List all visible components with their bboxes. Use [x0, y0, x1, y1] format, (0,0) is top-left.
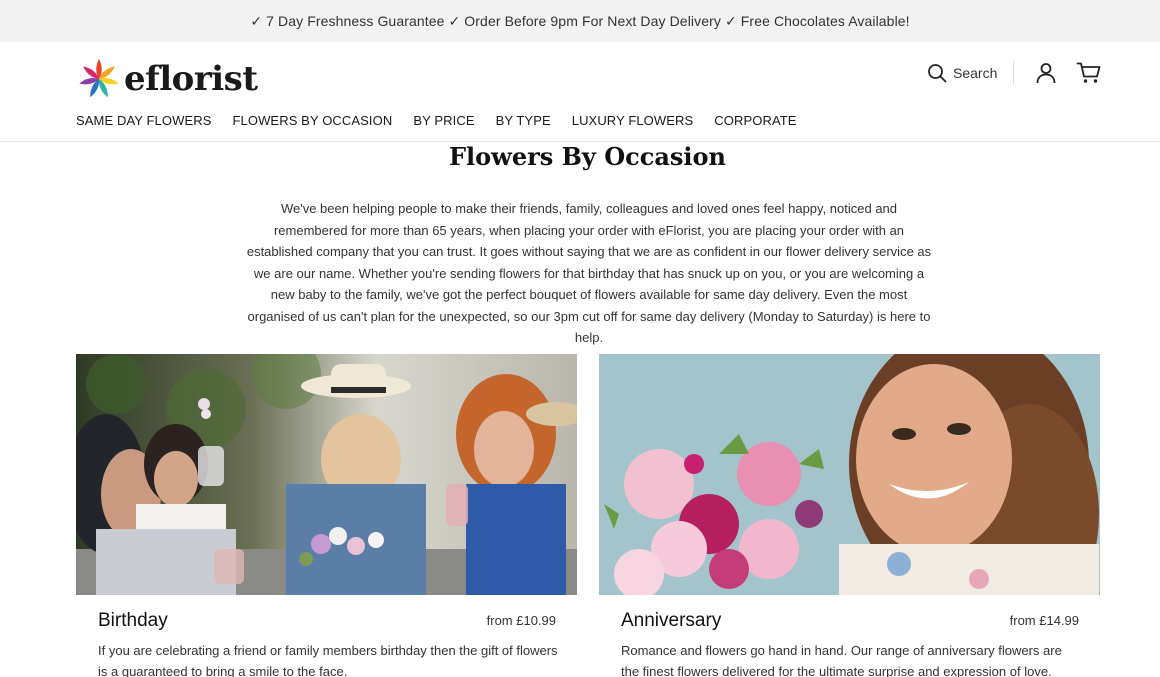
- card-description: Romance and flowers go hand in hand. Our…: [621, 643, 1062, 677]
- nav-same-day-flowers[interactable]: SAME DAY FLOWERS: [76, 113, 211, 128]
- nav-corporate[interactable]: CORPORATE: [714, 113, 796, 128]
- card-price: from £14.99: [1009, 613, 1079, 628]
- card-title[interactable]: Birthday: [98, 610, 168, 632]
- search-icon: [928, 64, 947, 83]
- card-price: from £10.99: [486, 613, 556, 628]
- flower-logo-icon: [79, 58, 119, 98]
- nav-luxury-flowers[interactable]: LUXURY FLOWERS: [572, 113, 694, 128]
- site-header: eflorist Search SAME DAY FLOWERS FLOWERS…: [0, 42, 1160, 142]
- occasion-card-anniversary[interactable]: Anniversary from £14.99 Romance and flow…: [599, 354, 1100, 677]
- birthday-photo[interactable]: [76, 354, 577, 595]
- cart-icon[interactable]: [1076, 61, 1102, 85]
- header-divider: [1013, 61, 1014, 85]
- promo-bar: ✓ 7 Day Freshness Guarantee ✓ Order Befo…: [0, 0, 1160, 42]
- account-icon[interactable]: [1034, 61, 1058, 85]
- search-label: Search: [953, 65, 998, 81]
- logo-text: eflorist: [124, 59, 258, 99]
- card-title[interactable]: Anniversary: [621, 610, 721, 632]
- page-title: Flowers By Occasion: [449, 142, 726, 171]
- search-button[interactable]: Search: [927, 62, 997, 84]
- logo-link[interactable]: eflorist: [76, 56, 258, 102]
- nav-by-type[interactable]: BY TYPE: [496, 113, 551, 128]
- promo-text: ✓ 7 Day Freshness Guarantee ✓ Order Befo…: [250, 12, 910, 29]
- nav-flowers-by-occasion[interactable]: FLOWERS BY OCCASION: [232, 113, 392, 128]
- anniversary-photo[interactable]: [599, 354, 1100, 595]
- occasion-card-birthday[interactable]: Birthday from £10.99 If you are celebrat…: [76, 354, 577, 677]
- intro-text: We've been helping people to make their …: [246, 201, 932, 345]
- card-description: If you are celebrating a friend or famil…: [98, 643, 558, 677]
- nav-by-price[interactable]: BY PRICE: [413, 113, 474, 128]
- main-nav: SAME DAY FLOWERS FLOWERS BY OCCASION BY …: [76, 113, 818, 128]
